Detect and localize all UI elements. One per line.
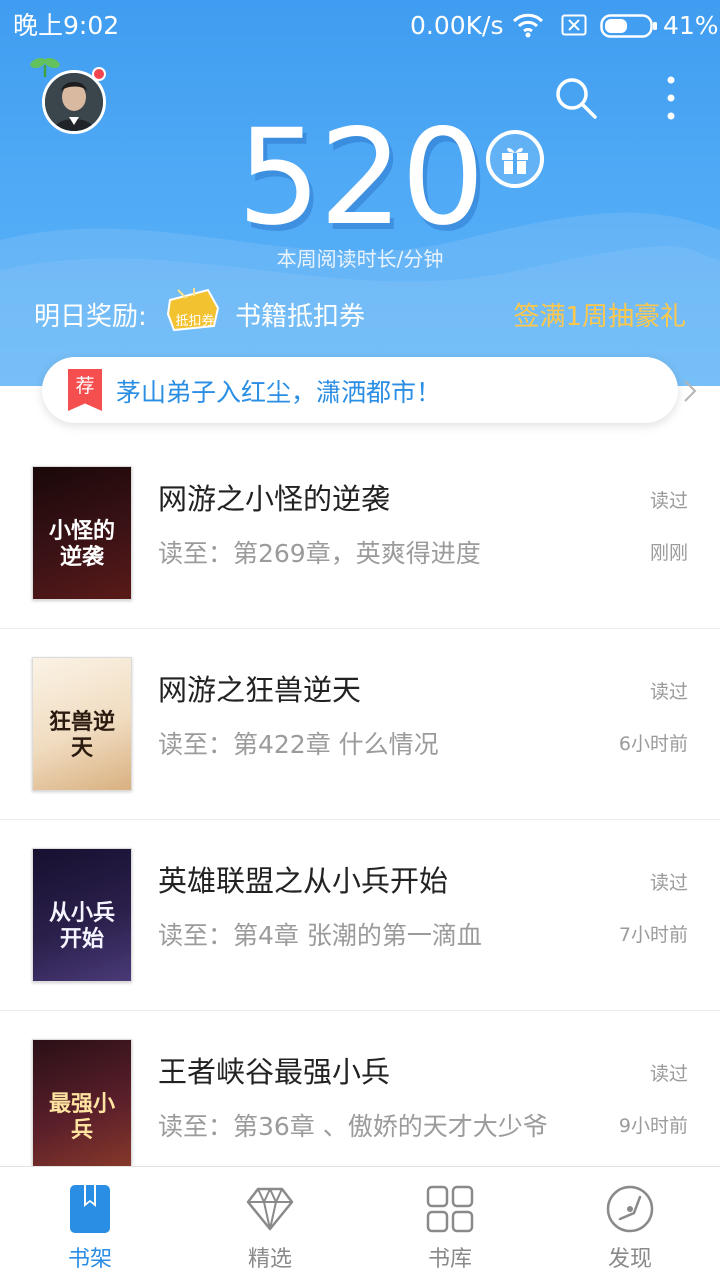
nav-featured-label: 精选 xyxy=(247,1247,292,1272)
book-cover: 狂兽逆天 xyxy=(32,657,132,791)
recommend-banner[interactable]: 荐 茅山弟子入红尘，潇洒都市！ xyxy=(42,357,697,423)
nav-discover[interactable]: 发现 xyxy=(540,1167,720,1280)
book-title: 英雄联盟之从小兵开始 xyxy=(158,864,449,898)
book-progress: 读至：第269章，英爽得进度 xyxy=(158,539,481,568)
book-status: 读过 xyxy=(649,1063,688,1085)
book-cover: 最强小兵 xyxy=(32,1039,132,1173)
reading-header: 晚上9:02 0.00K/s 41% 520 本周阅读时长/分钟 明日奖励: 抵… xyxy=(0,0,720,386)
book-cover-title: 狂兽逆天 xyxy=(48,710,115,761)
book-progress: 读至：第36章 、傲娇的天才大少爷 xyxy=(158,1112,548,1141)
compass-icon xyxy=(606,1185,654,1233)
wifi-icon xyxy=(512,13,544,38)
sprout-icon xyxy=(30,57,60,77)
book-list-item[interactable]: 小怪的逆袭 网游之小怪的逆袭 读至：第269章，英爽得进度 读过 刚刚 xyxy=(0,438,720,629)
book-cover-title: 从小兵开始 xyxy=(48,901,115,952)
nav-discover-label: 发现 xyxy=(607,1247,652,1272)
book-status: 读过 xyxy=(649,681,688,703)
nav-bookshelf[interactable]: 书架 xyxy=(0,1167,180,1280)
status-time: 晚上9:02 xyxy=(13,11,120,40)
no-sim-icon xyxy=(561,14,587,36)
status-bar: 晚上9:02 0.00K/s 41% xyxy=(0,0,720,52)
book-list-item[interactable]: 从小兵开始 英雄联盟之从小兵开始 读至：第4章 张潮的第一滴血 读过 7小时前 xyxy=(0,820,720,1011)
recommend-text: 茅山弟子入红尘，潇洒都市！ xyxy=(116,378,442,407)
battery-icon xyxy=(600,14,657,38)
nav-library[interactable]: 书库 xyxy=(360,1167,540,1280)
book-last-read-time: 7小时前 xyxy=(618,924,688,946)
book-cover-title: 小怪的逆袭 xyxy=(48,519,115,570)
book-last-read-time: 6小时前 xyxy=(618,733,688,755)
coupon-badge-label: 抵扣券 xyxy=(175,314,215,329)
tomorrow-reward-label: 明日奖励: xyxy=(34,302,147,332)
diamond-icon xyxy=(246,1187,294,1231)
nav-featured[interactable]: 精选 xyxy=(180,1167,360,1280)
book-cover-title: 最强小兵 xyxy=(48,1092,115,1143)
nav-library-label: 书库 xyxy=(427,1247,472,1272)
bottom-navigation: 书架 精选 书库 发现 xyxy=(0,1166,720,1280)
battery-percent: 41% xyxy=(663,11,719,40)
recommend-tag: 荐 xyxy=(68,369,102,411)
book-progress: 读至：第4章 张潮的第一滴血 xyxy=(158,921,482,950)
minutes-caption: 本周阅读时长/分钟 xyxy=(276,247,444,271)
bookshelf-icon xyxy=(70,1185,110,1233)
weekly-reading-minutes: 520 xyxy=(237,101,485,255)
book-list-item[interactable]: 狂兽逆天 网游之狂兽逆天 读至：第422章 什么情况 读过 6小时前 xyxy=(0,629,720,820)
book-cover: 从小兵开始 xyxy=(32,848,132,982)
chevron-right-icon xyxy=(684,380,697,402)
grid-icon xyxy=(426,1185,474,1233)
signin-reward-link[interactable]: 签满1周抽豪礼 xyxy=(513,296,686,333)
reward-item: 书籍抵扣券 xyxy=(235,302,366,332)
notification-dot xyxy=(92,67,106,81)
book-status: 读过 xyxy=(649,872,688,894)
book-status: 读过 xyxy=(649,490,688,512)
gift-button[interactable] xyxy=(486,130,544,188)
book-title: 王者峡谷最强小兵 xyxy=(158,1055,391,1089)
book-title: 网游之狂兽逆天 xyxy=(158,673,362,707)
book-progress: 读至：第422章 什么情况 xyxy=(158,730,439,759)
book-last-read-time: 刚刚 xyxy=(649,542,688,564)
book-last-read-time: 9小时前 xyxy=(618,1115,688,1137)
nav-bookshelf-label: 书架 xyxy=(67,1247,112,1272)
book-cover: 小怪的逆袭 xyxy=(32,466,132,600)
book-title: 网游之小怪的逆袭 xyxy=(158,482,391,516)
status-network-speed: 0.00K/s xyxy=(410,11,504,40)
gift-icon xyxy=(502,147,528,174)
